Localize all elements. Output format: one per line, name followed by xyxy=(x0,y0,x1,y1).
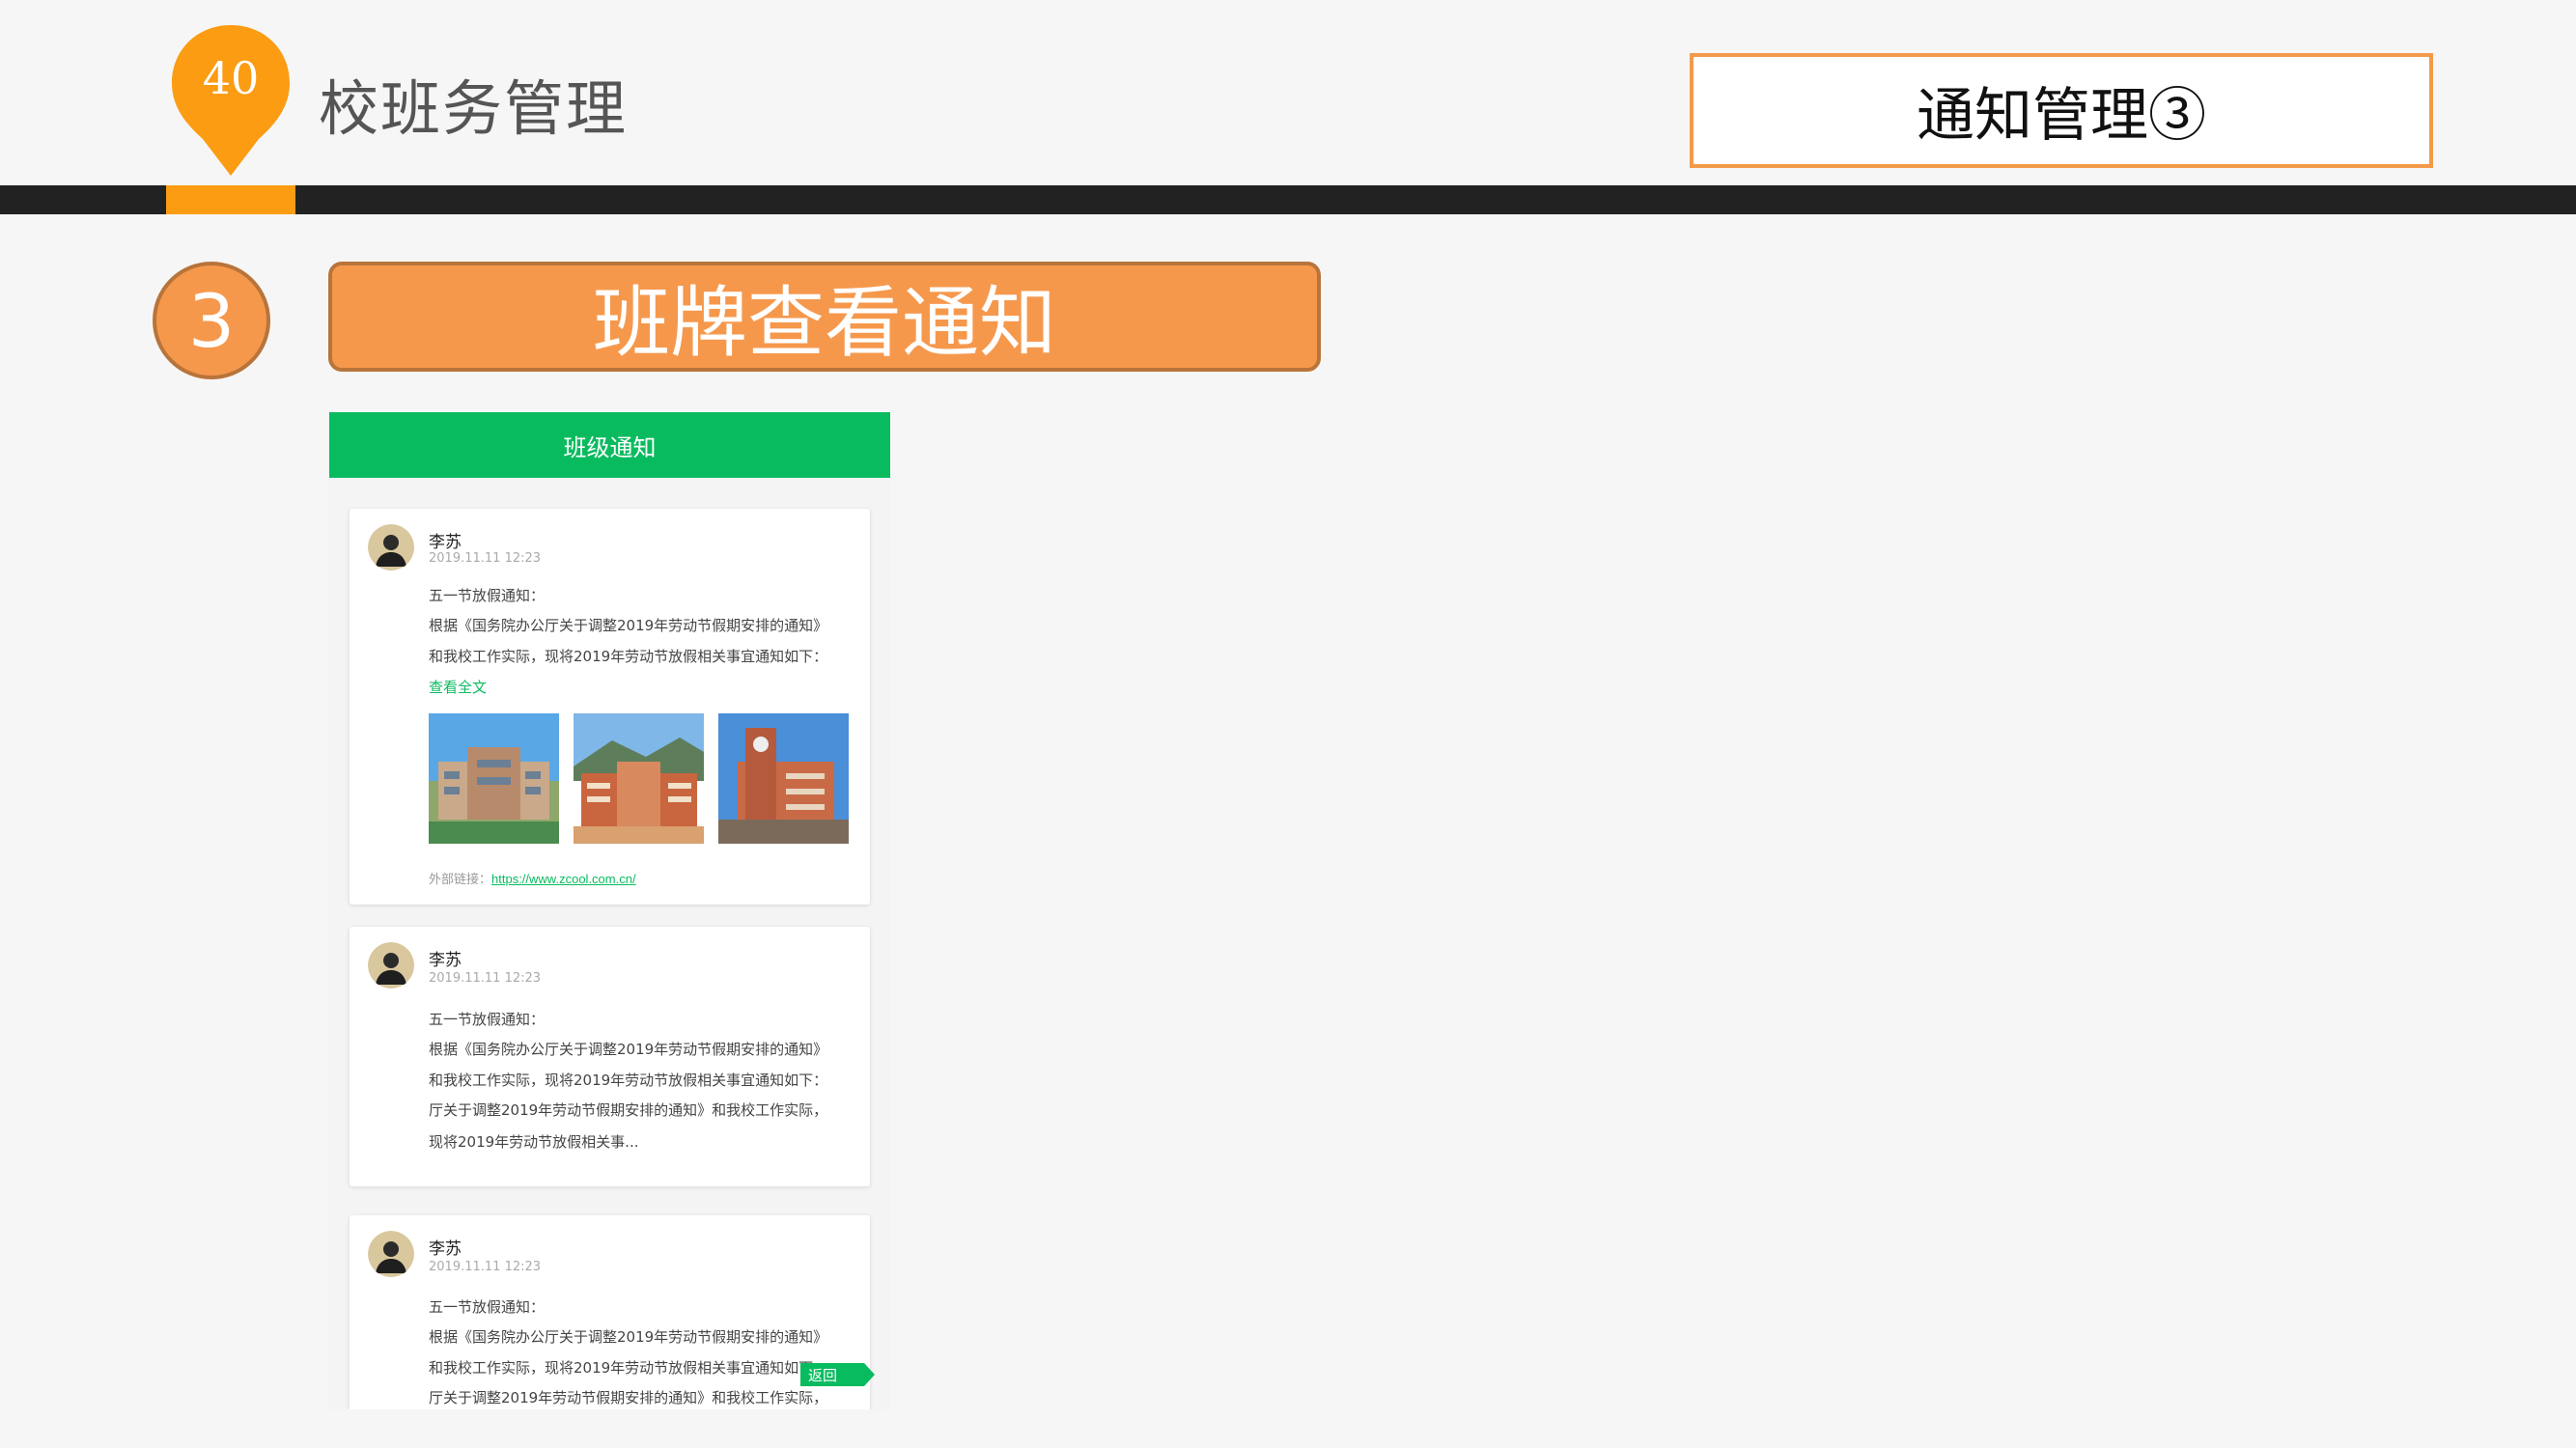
notice-line: 厅关于调整2019年劳动节假期安排的通知》和我校工作实际， xyxy=(429,1389,828,1406)
notice-line: 根据《国务院办公厅关于调整2019年劳动节假期安排的通知》 xyxy=(429,617,828,634)
notice-line: 和我校工作实际，现将2019年劳动节放假相关事宜通知如下： xyxy=(429,648,828,665)
header-accent-bar xyxy=(166,185,295,214)
notice-photo-1[interactable] xyxy=(429,713,559,844)
notice-line: 和我校工作实际，现将2019年劳动节放假相关事宜通知如下： xyxy=(429,1072,828,1089)
notice-author: 李苏 xyxy=(429,533,462,552)
step-title-banner: 班牌查看通知 xyxy=(328,262,1321,372)
notice-line: 根据《国务院办公厅关于调整2019年劳动节假期安排的通知》 xyxy=(429,1328,828,1346)
slide-title-box: 通知管理③ xyxy=(1690,53,2433,168)
notice-time: 2019.11.11 12:23 xyxy=(429,1260,542,1274)
notice-photo-3[interactable] xyxy=(718,713,849,844)
notice-time: 2019.11.11 12:23 xyxy=(429,971,542,986)
view-full-text-link[interactable]: 查看全文 xyxy=(429,677,487,697)
avatar xyxy=(368,1231,414,1277)
notice-line: 五一节放假通知： xyxy=(429,587,546,604)
notice-line: 五一节放假通知： xyxy=(429,1011,546,1028)
phone-screen: 班级通知 李苏 2019.11.11 12:23 五一节放假通知： 根据《国务院… xyxy=(329,412,890,1409)
notice-author: 李苏 xyxy=(429,1239,462,1259)
notice-photo-2[interactable] xyxy=(574,713,704,844)
step-number-badge: 3 xyxy=(153,262,270,379)
external-link-label: 外部链接： xyxy=(429,873,492,887)
slide-title: 通知管理③ xyxy=(1917,82,2206,150)
page-number: 40 xyxy=(202,52,260,104)
notice-line: 和我校工作实际，现将2019年劳动节放假相关事宜通知如下： xyxy=(429,1359,828,1377)
step-title: 班牌查看通知 xyxy=(593,278,1056,368)
notice-card[interactable]: 李苏 2019.11.11 12:23 五一节放假通知： 根据《国务院办公厅关于… xyxy=(350,509,870,905)
notice-card[interactable]: 李苏 2019.11.11 12:23 五一节放假通知： 根据《国务院办公厅关于… xyxy=(350,1215,870,1409)
notice-card[interactable]: 李苏 2019.11.11 12:23 五一节放假通知： 根据《国务院办公厅关于… xyxy=(350,927,870,1186)
notice-author: 李苏 xyxy=(429,951,462,970)
notice-line: 厅关于调整2019年劳动节假期安排的通知》和我校工作实际， xyxy=(429,1101,828,1119)
avatar xyxy=(368,524,414,571)
back-button-label[interactable]: 返回 xyxy=(808,1365,837,1385)
notice-line: 根据《国务院办公厅关于调整2019年劳动节假期安排的通知》 xyxy=(429,1041,828,1058)
external-link-row: 外部链接：https://www.zcool.com.cn/ xyxy=(429,869,636,887)
step-number: 3 xyxy=(187,277,236,364)
section-title: 校班务管理 xyxy=(319,73,629,144)
header-divider-bar xyxy=(0,185,2576,214)
phone-header: 班级通知 xyxy=(329,412,890,478)
external-link[interactable]: https://www.zcool.com.cn/ xyxy=(491,872,636,886)
notice-line: 五一节放假通知： xyxy=(429,1298,546,1316)
notice-line: 现将2019年劳动节放假相关事... xyxy=(429,1133,639,1151)
phone-header-title: 班级通知 xyxy=(563,433,657,461)
notice-time: 2019.11.11 12:23 xyxy=(429,551,542,566)
avatar xyxy=(368,942,414,989)
